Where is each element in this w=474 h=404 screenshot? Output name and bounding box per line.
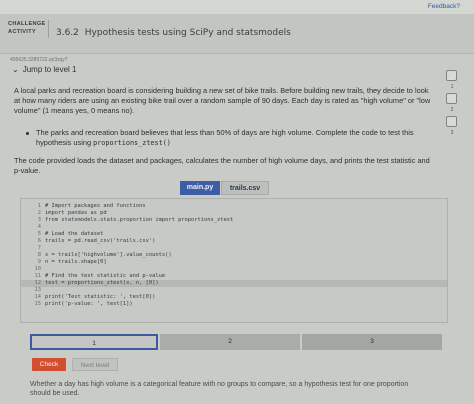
level-box-3[interactable] — [446, 116, 457, 127]
progress-segment-1[interactable]: 1 — [30, 334, 158, 350]
line-number: 3 — [37, 217, 41, 223]
code-line: 6 trails = pd.read_csv('trails.csv') — [21, 238, 447, 245]
tab-trails-csv[interactable]: trails.csv — [221, 181, 269, 195]
code-editor[interactable]: 1 # Import packages and functions 2 import… — [20, 198, 448, 323]
chevron-down-icon: ⌄ — [12, 65, 19, 74]
line-text: print('p-value: ', test[1]) — [45, 301, 133, 307]
level-number-2: 2 — [450, 107, 454, 113]
jump-label: Jump to level 1 — [22, 65, 77, 74]
top-bar: Feedback? — [0, 0, 474, 14]
jump-to-level-link[interactable]: ⌄ Jump to level 1 — [12, 65, 77, 74]
bullet-code: proportions_ztest() — [93, 139, 171, 147]
line-number: 1 — [37, 203, 41, 209]
code-line: 2 import pandas as pd — [21, 210, 447, 217]
line-number: 11 — [34, 273, 42, 279]
progress-segment-2[interactable]: 2 — [160, 334, 300, 350]
level-number-1: 1 — [450, 84, 454, 90]
line-number: 13 — [34, 287, 42, 293]
code-line: 15 print('p-value: ', test[1]) — [21, 301, 447, 308]
header-divider — [48, 20, 49, 38]
code-line: 1 # Import packages and functions — [21, 203, 447, 210]
progress-segment-3[interactable]: 3 — [302, 334, 442, 350]
line-number: 5 — [37, 231, 41, 237]
section-title: 3.6.2 Hypothesis tests using SciPy and s… — [56, 28, 291, 38]
tab-main-py[interactable]: main.py — [180, 181, 220, 195]
code-line: 11 # Find the test statistic and p-value — [21, 273, 447, 280]
code-line: 9 n = trails.shape[0] — [21, 259, 447, 266]
line-number: 10 — [34, 266, 42, 272]
line-number: 2 — [37, 210, 41, 216]
task-paragraph: The code provided loads the dataset and … — [14, 156, 430, 175]
code-line: 3 from statsmodels.stats.proportion impor… — [21, 217, 447, 224]
line-text: n = trails.shape[0] — [45, 259, 107, 265]
code-line: 7 — [21, 245, 447, 252]
line-text: # Load the dataset — [45, 231, 104, 237]
problem-paragraph: A local parks and recreation board is co… — [14, 86, 431, 115]
code-line: 8 x = trails['highvolume'].value_counts() — [21, 252, 447, 259]
line-number: 9 — [37, 259, 41, 265]
code-line: 4 — [21, 224, 447, 231]
line-number: 6 — [37, 238, 41, 244]
code-line: 10 — [21, 266, 447, 273]
level-progress-bar: 1 2 3 — [30, 334, 442, 350]
feedback-link[interactable]: Feedback? — [428, 3, 460, 10]
line-text: import pandas as pd — [45, 210, 107, 216]
line-number: 8 — [37, 252, 41, 258]
feedback-explanation: Whether a day has high volume is a categ… — [30, 381, 409, 397]
line-text: x = trails['highvolume'].value_counts() — [45, 252, 172, 258]
line-text: # Import packages and functions — [45, 203, 146, 209]
section-number: 3.6.2 — [56, 28, 79, 38]
check-button[interactable]: Check — [32, 358, 66, 371]
line-text: from statsmodels.stats.proportion import… — [45, 217, 234, 223]
line-text: trails = pd.read_csv('trails.csv') — [45, 238, 156, 244]
line-text: # Find the test statistic and p-value — [45, 273, 166, 279]
challenge-label-line2: ACTIVITY — [8, 29, 36, 35]
line-number: 7 — [37, 245, 41, 251]
activity-id: 495625.3289722.qx3zqy7 — [10, 57, 68, 63]
line-number: 12 — [34, 280, 42, 286]
code-line: 5 # Load the dataset — [21, 231, 447, 238]
level-number-3: 3 — [450, 130, 454, 136]
level-indicator: 1 2 3 — [446, 70, 458, 139]
code-line: 13 — [21, 287, 447, 294]
code-line: 14 print('Test statistic: ', test[0]) — [21, 294, 447, 301]
line-number: 14 — [34, 294, 42, 300]
section-title-text: Hypothesis tests using SciPy and statsmo… — [84, 28, 291, 38]
challenge-label-line1: CHALLENGE — [8, 21, 46, 27]
hypothesis-bullet: The parks and recreation board believes … — [14, 128, 434, 148]
problem-description: A local parks and recreation board is co… — [14, 86, 434, 176]
code-line-editable[interactable]: 12 test = proportions_ztest(x, n, [0]) — [21, 280, 447, 287]
line-text: print('Test statistic: ', test[0]) — [45, 294, 156, 300]
challenge-activity-label: CHALLENGE ACTIVITY — [8, 20, 46, 36]
next-level-button[interactable]: Next level — [72, 358, 118, 371]
level-box-2[interactable] — [446, 93, 457, 104]
level-box-1[interactable] — [446, 70, 457, 81]
line-number: 4 — [37, 224, 41, 230]
line-text: test = proportions_ztest(x, n, [0]) — [45, 280, 159, 286]
line-number: 15 — [34, 301, 42, 307]
